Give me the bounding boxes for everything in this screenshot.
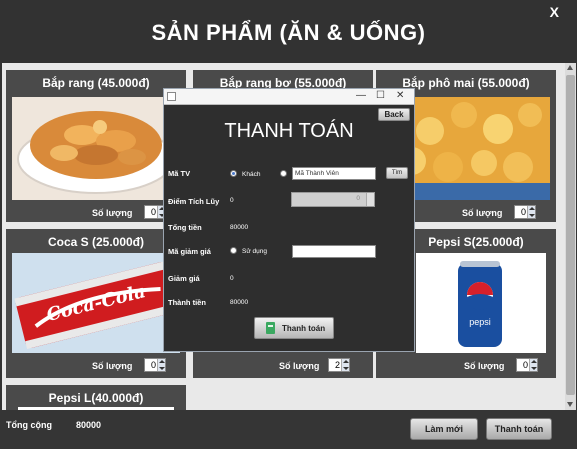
stepper-arrows-icon[interactable]	[527, 206, 535, 218]
close-icon[interactable]: X	[550, 4, 559, 20]
quantity-stepper[interactable]: 2	[328, 358, 350, 372]
quantity-stepper[interactable]: 0	[144, 358, 166, 372]
scroll-up-icon[interactable]	[567, 65, 573, 70]
subtotal-label: Tổng tiền	[168, 223, 202, 232]
points-stepper[interactable]: 0	[291, 192, 375, 207]
product-card: Coca S (25.000đ) Coca-Cola Số lượng 0	[6, 229, 186, 378]
member-label: Mã TV	[168, 169, 191, 178]
page-title: SẢN PHẨM (ĂN & UỐNG)	[151, 20, 426, 45]
total-label: Tổng cộng	[6, 420, 52, 430]
quantity-label: Số lượng	[279, 361, 320, 371]
quantity-value: 0	[522, 360, 528, 370]
coca-cola-image: Coca-Cola	[12, 253, 180, 353]
app-window: X SẢN PHẨM (ĂN & UỐNG) Bắp rang (45.000đ…	[0, 0, 577, 449]
vertical-scrollbar[interactable]	[565, 63, 576, 410]
final-amount-value: 80000	[230, 299, 249, 306]
quantity-value: 2	[334, 360, 340, 370]
quantity-label: Số lượng	[464, 361, 505, 371]
stepper-arrows-icon[interactable]	[157, 359, 165, 371]
close-icon[interactable]: ✕	[396, 90, 404, 101]
product-title: Coca S (25.000đ)	[47, 235, 145, 249]
pepsi-logo-text: pepsi	[469, 317, 491, 327]
quantity-stepper[interactable]: 0	[516, 358, 538, 372]
subtotal-value: 80000	[230, 224, 249, 231]
member-radio[interactable]	[280, 170, 287, 177]
quantity-value: 0	[150, 207, 156, 217]
discount-code-field[interactable]	[292, 245, 376, 258]
guest-radio[interactable]	[230, 170, 237, 177]
points-label: Điểm Tích Lũy	[168, 197, 220, 206]
discount-label: Giảm giá	[168, 274, 200, 283]
quantity-label: Số lượng	[462, 208, 503, 218]
product-card: Pepsi L(40.000đ)	[6, 385, 186, 410]
discount-value: 0	[230, 275, 234, 282]
product-title: Bắp rang (45.000đ)	[42, 76, 150, 90]
points-value: 0	[230, 197, 234, 204]
points-stepper-value: 0	[356, 195, 360, 202]
payment-icon	[266, 322, 275, 334]
scroll-down-icon[interactable]	[567, 402, 573, 407]
stepper-arrows-icon[interactable]	[366, 193, 374, 206]
payment-dialog: — ☐ ✕ Back THANH TOÁN Mã TV Khách Mã Thà…	[163, 88, 415, 352]
footer-bar: Tổng cộng 80000 Làm mới Thanh toán	[0, 410, 577, 449]
quantity-value: 0	[150, 360, 156, 370]
checkout-button[interactable]: Thanh toán	[486, 418, 552, 440]
use-discount-label: Sử dụng	[242, 248, 267, 255]
member-id-field[interactable]: Mã Thành Viên	[292, 167, 376, 180]
quantity-stepper[interactable]: 0	[514, 205, 536, 219]
total-value: 80000	[76, 420, 102, 430]
find-button[interactable]: Tìm	[386, 167, 408, 179]
maximize-icon[interactable]: ☐	[376, 90, 385, 101]
scroll-thumb[interactable]	[566, 75, 575, 395]
pepsi-image: pepsi	[416, 253, 546, 353]
stepper-arrows-icon[interactable]	[529, 359, 537, 371]
quantity-value: 0	[520, 207, 526, 217]
minimize-icon[interactable]: —	[356, 90, 366, 101]
dialog-titlebar[interactable]: — ☐ ✕	[164, 89, 414, 105]
stepper-arrows-icon[interactable]	[341, 359, 349, 371]
discount-code-label: Mã giảm giá	[168, 247, 211, 256]
product-title: Pepsi S(25.000đ)	[428, 235, 524, 249]
guest-radio-label: Khách	[242, 171, 261, 178]
quantity-label: Số lượng	[92, 361, 133, 371]
quantity-label: Số lượng	[92, 208, 133, 218]
pay-button-label: Thanh toán	[282, 324, 326, 333]
product-title: Pepsi L(40.000đ)	[48, 391, 144, 405]
app-icon	[167, 92, 176, 101]
final-amount-label: Thành tiền	[168, 298, 206, 307]
pay-button[interactable]: Thanh toán	[254, 317, 334, 339]
use-discount-radio[interactable]	[230, 247, 237, 254]
product-card: Bắp rang (45.000đ) Số lượng 0	[6, 70, 186, 222]
dialog-title: THANH TOÁN	[224, 120, 354, 142]
reset-button[interactable]: Làm mới	[410, 418, 478, 440]
popcorn-image	[12, 97, 180, 200]
